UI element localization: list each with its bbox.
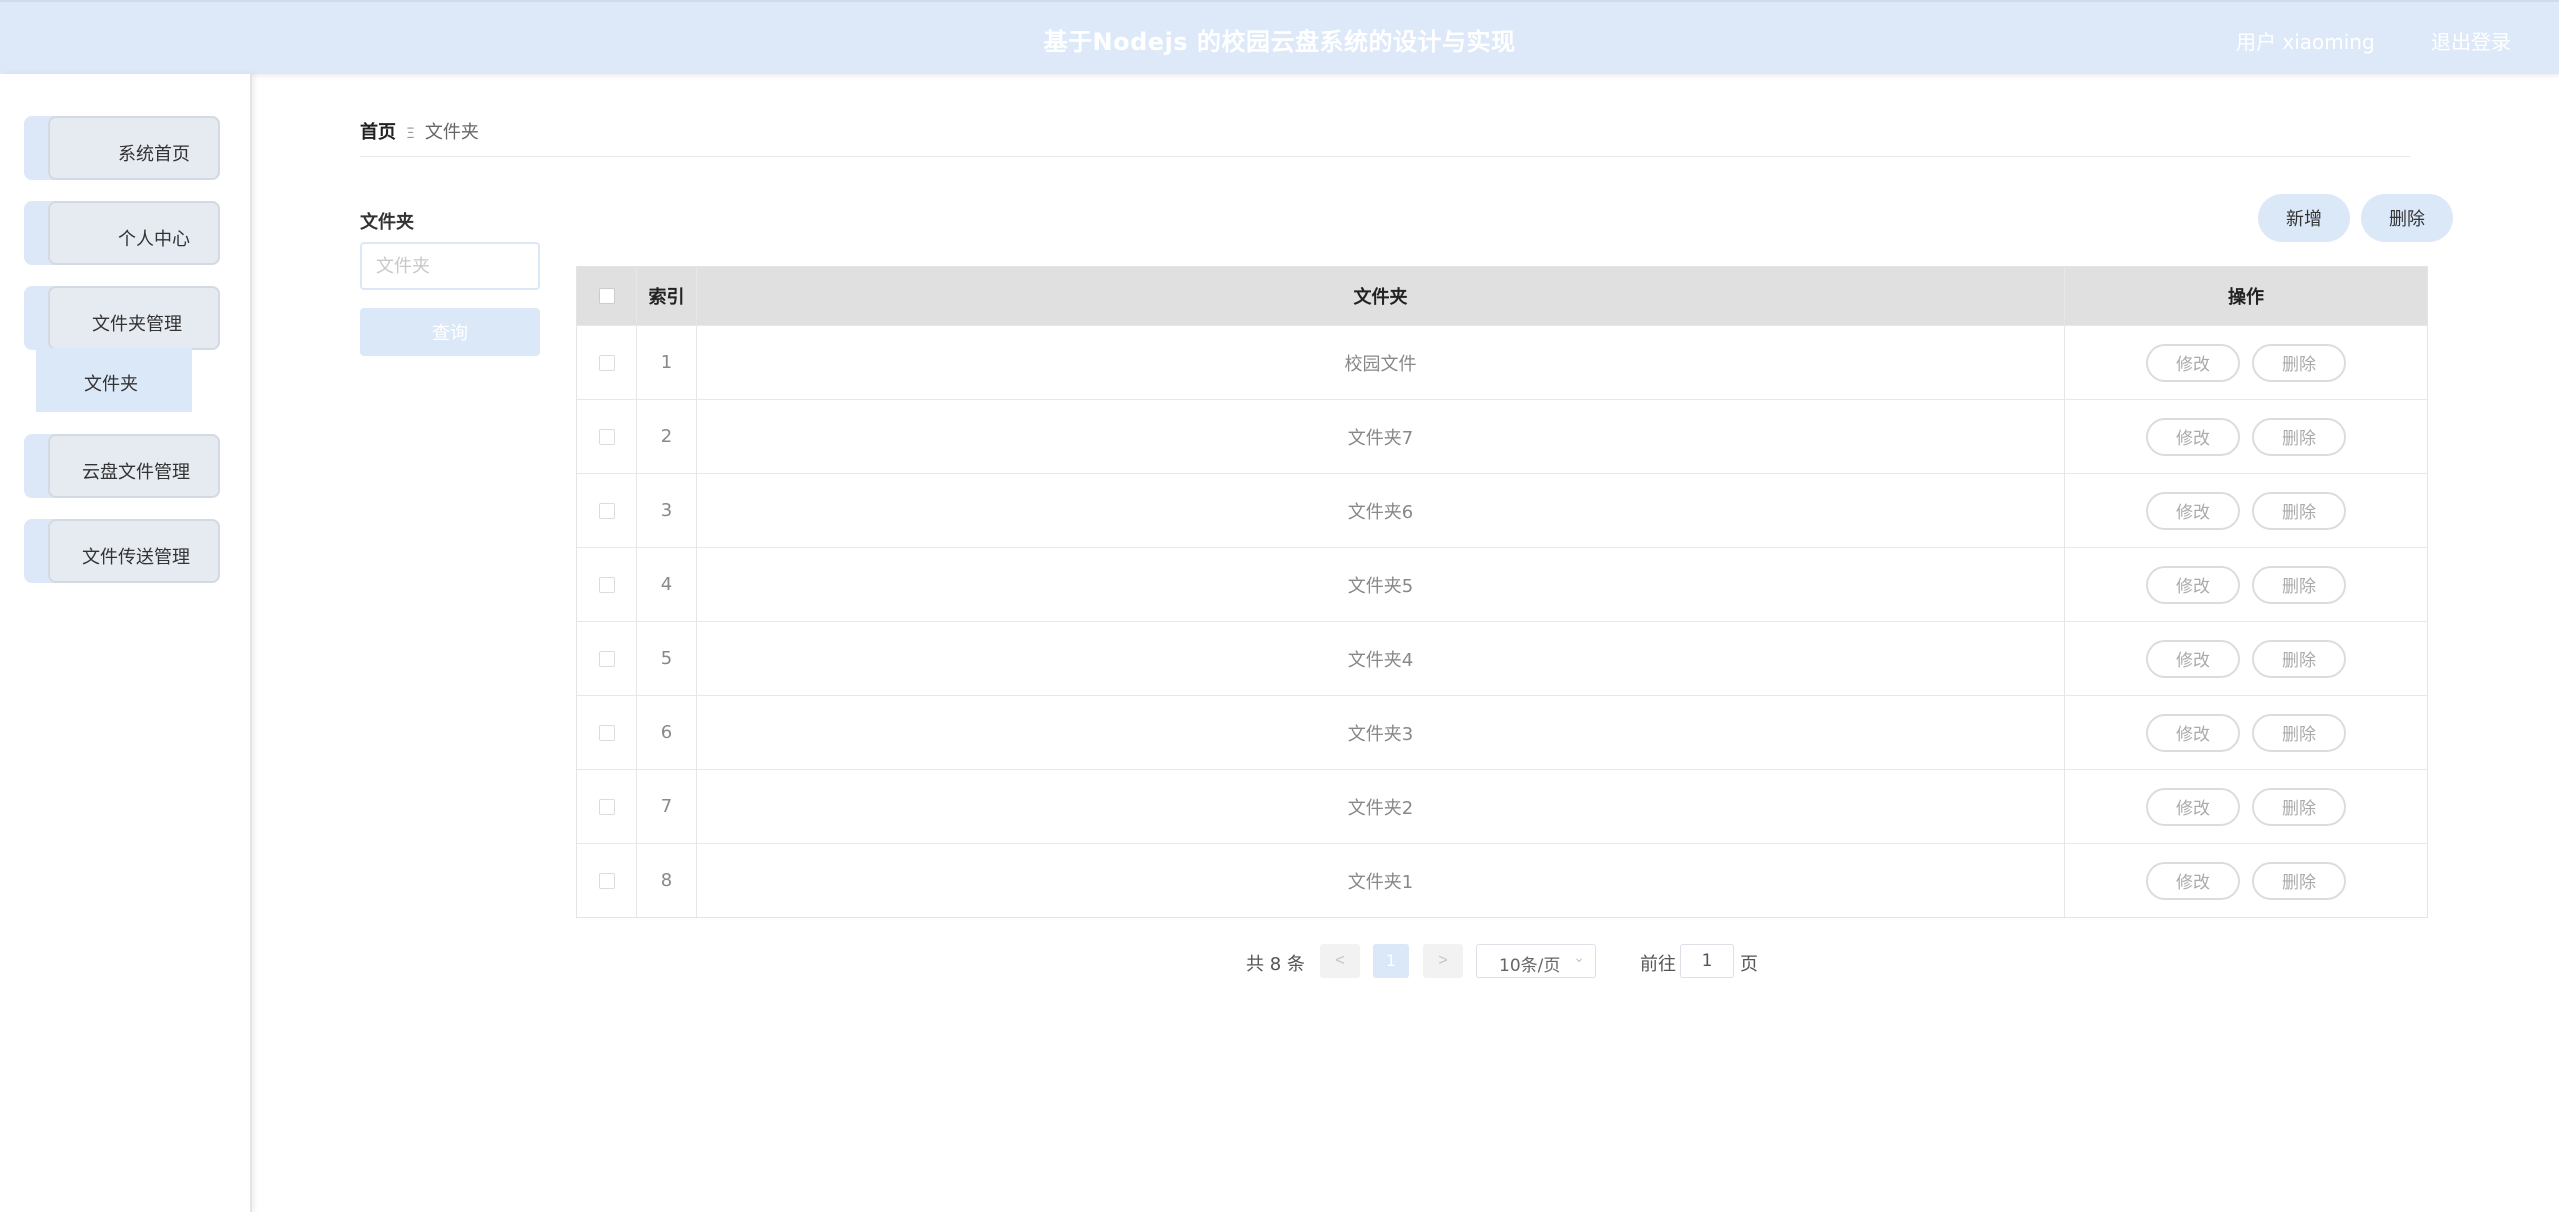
logout-link[interactable]: 退出登录 <box>2431 26 2511 55</box>
row-index: 6 <box>637 696 697 769</box>
row-checkbox[interactable] <box>598 502 615 519</box>
breadcrumb-separator-icon: Ξ <box>406 126 415 142</box>
prev-page-button[interactable]: < <box>1320 944 1360 978</box>
row-index: 7 <box>637 770 697 843</box>
row-folder-name: 文件夹6 <box>697 474 2065 547</box>
table-body: 1 校园文件 修改 删除 2 文件夹7 修改 删除 3 文件夹6 修改 删除 4 文件夹5 修改 删除 5 文件夹… <box>577 325 2427 917</box>
folder-table: 索引 文件夹 操作 1 校园文件 修改 删除 2 文件夹7 修改 删除 3 文件夹6 修改 删除 4 文件… <box>576 266 2428 918</box>
row-checkbox[interactable] <box>598 724 615 741</box>
folder-search-input[interactable] <box>360 242 540 290</box>
edit-button[interactable]: 修改 <box>2146 565 2240 604</box>
edit-button[interactable]: 修改 <box>2146 787 2240 826</box>
row-folder-name: 文件夹3 <box>697 696 2065 769</box>
user-label: 用户 xiaoming <box>2236 30 2375 54</box>
sidebar-item-label: 文件夹管理 <box>92 314 182 335</box>
sidebar-item-folder-management[interactable]: 文件夹管理 <box>24 286 220 350</box>
row-checkbox[interactable] <box>598 798 615 815</box>
column-header-name: 文件夹 <box>697 267 2065 325</box>
app-title: 基于Nodejs 的校园云盘系统的设计与实现 <box>1043 28 1516 56</box>
table-header-row: 索引 文件夹 操作 <box>577 267 2427 325</box>
table-row: 1 校园文件 修改 删除 <box>577 325 2427 399</box>
sidebar-subitem-folder[interactable]: 文件夹 <box>36 348 192 412</box>
row-index: 8 <box>637 844 697 917</box>
sidebar-item-label: 云盘文件管理 <box>82 462 190 483</box>
row-folder-name: 文件夹2 <box>697 770 2065 843</box>
divider <box>360 156 2410 157</box>
page-size-value: 10条/页 <box>1499 956 1561 976</box>
next-page-button[interactable]: > <box>1423 944 1463 978</box>
row-folder-name: 文件夹5 <box>697 548 2065 621</box>
table-row: 2 文件夹7 修改 删除 <box>577 399 2427 473</box>
delete-button[interactable]: 删除 <box>2252 787 2346 826</box>
table-row: 3 文件夹6 修改 删除 <box>577 473 2427 547</box>
edit-button[interactable]: 修改 <box>2146 861 2240 900</box>
sidebar-item-label: 文件传送管理 <box>82 547 190 568</box>
column-header-operation: 操作 <box>2228 287 2264 308</box>
row-index: 3 <box>637 474 697 547</box>
sidebar-item-cloud-file-management[interactable]: 云盘文件管理 <box>24 434 220 498</box>
table-row: 5 文件夹4 修改 删除 <box>577 621 2427 695</box>
delete-button[interactable]: 删除 <box>2252 565 2346 604</box>
sidebar-subitem-label: 文件夹 <box>84 374 138 395</box>
row-folder-name: 文件夹7 <box>697 400 2065 473</box>
add-button[interactable]: 新增 <box>2258 194 2350 242</box>
column-header-index: 索引 <box>637 267 697 325</box>
sidebar: 系统首页 个人中心 文件夹管理 文件夹 云盘文件管理 文件传送管理 <box>0 74 252 1212</box>
chevron-down-icon: ⌄ <box>1573 950 1585 966</box>
row-checkbox[interactable] <box>598 872 615 889</box>
table-row: 7 文件夹2 修改 删除 <box>577 769 2427 843</box>
sidebar-item-label: 系统首页 <box>118 144 190 165</box>
search-label: 文件夹 <box>360 212 414 233</box>
batch-delete-button[interactable]: 删除 <box>2361 194 2453 242</box>
delete-button[interactable]: 删除 <box>2252 417 2346 456</box>
delete-button[interactable]: 删除 <box>2252 343 2346 382</box>
edit-button[interactable]: 修改 <box>2146 491 2240 530</box>
sidebar-item-home[interactable]: 系统首页 <box>24 116 220 180</box>
row-index: 5 <box>637 622 697 695</box>
page-size-select[interactable]: 10条/页 ⌄ <box>1476 944 1596 978</box>
breadcrumb: 首页 Ξ 文件夹 <box>360 118 479 144</box>
search-button[interactable]: 查询 <box>360 308 540 356</box>
page-unit-label: 页 <box>1740 954 1758 975</box>
table-row: 8 文件夹1 修改 删除 <box>577 843 2427 917</box>
sidebar-item-file-transfer-management[interactable]: 文件传送管理 <box>24 519 220 583</box>
sidebar-item-label: 个人中心 <box>118 229 190 250</box>
row-checkbox[interactable] <box>598 354 615 371</box>
row-index: 2 <box>637 400 697 473</box>
edit-button[interactable]: 修改 <box>2146 417 2240 456</box>
row-checkbox[interactable] <box>598 576 615 593</box>
page-number-current[interactable]: 1 <box>1373 944 1409 978</box>
delete-button[interactable]: 删除 <box>2252 861 2346 900</box>
delete-button[interactable]: 删除 <box>2252 491 2346 530</box>
sidebar-item-personal-center[interactable]: 个人中心 <box>24 201 220 265</box>
goto-label: 前往 <box>1640 954 1676 975</box>
row-index: 1 <box>637 326 697 399</box>
row-index: 4 <box>637 548 697 621</box>
pagination-total: 共 8 条 <box>1246 954 1305 975</box>
top-header: 基于Nodejs 的校园云盘系统的设计与实现 用户 xiaoming 退出登录 <box>0 0 2559 74</box>
table-row: 6 文件夹3 修改 删除 <box>577 695 2427 769</box>
delete-button[interactable]: 删除 <box>2252 639 2346 678</box>
row-folder-name: 文件夹1 <box>697 844 2065 917</box>
row-checkbox[interactable] <box>598 428 615 445</box>
edit-button[interactable]: 修改 <box>2146 343 2240 382</box>
edit-button[interactable]: 修改 <box>2146 639 2240 678</box>
row-folder-name: 文件夹4 <box>697 622 2065 695</box>
breadcrumb-home[interactable]: 首页 <box>360 122 396 143</box>
goto-page-input[interactable] <box>1680 944 1734 978</box>
row-folder-name: 校园文件 <box>697 326 2065 399</box>
row-checkbox[interactable] <box>598 650 615 667</box>
breadcrumb-current: 文件夹 <box>424 122 479 143</box>
select-all-checkbox[interactable] <box>598 288 615 304</box>
table-row: 4 文件夹5 修改 删除 <box>577 547 2427 621</box>
edit-button[interactable]: 修改 <box>2146 713 2240 752</box>
delete-button[interactable]: 删除 <box>2252 713 2346 752</box>
